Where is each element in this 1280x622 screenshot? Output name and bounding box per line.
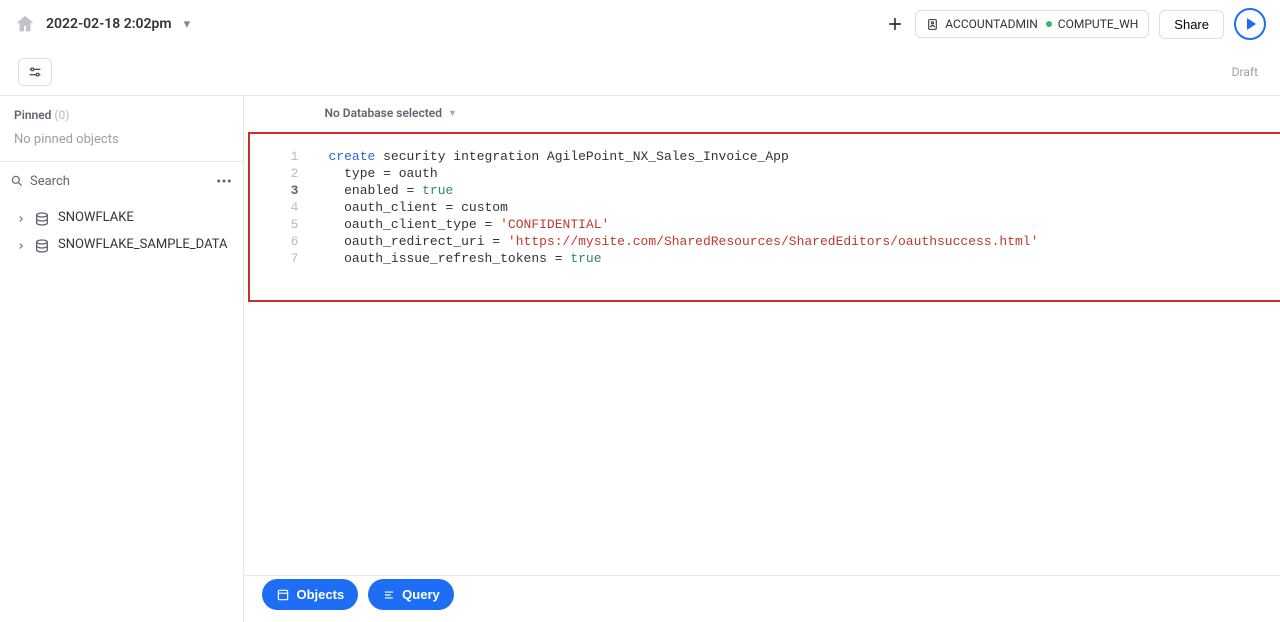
- code-text: oauth_issue_refresh_tokens = true: [314, 250, 601, 267]
- code-container: 1create security integration AgilePoint_…: [250, 148, 1280, 267]
- pinned-count: (0): [54, 108, 69, 122]
- line-number: 5: [250, 216, 314, 233]
- editor-area: No Database selected ▼ 1create security …: [244, 96, 1280, 622]
- code-line[interactable]: 7 oauth_issue_refresh_tokens = true: [250, 250, 1280, 267]
- title-chevron-down-icon[interactable]: ▾: [184, 17, 191, 32]
- role-warehouse-selector[interactable]: ACCOUNTADMIN COMPUTE_WH: [915, 10, 1149, 38]
- run-button[interactable]: [1234, 8, 1266, 40]
- objects-tab-button[interactable]: Objects: [262, 579, 358, 610]
- sql-editor[interactable]: 1create security integration AgilePoint_…: [248, 132, 1280, 302]
- user-role-icon: [926, 18, 939, 31]
- pinned-section-header: Pinned (0): [0, 96, 243, 128]
- code-line[interactable]: 1create security integration AgilePoint_…: [250, 148, 1280, 165]
- warehouse-label: COMPUTE_WH: [1058, 17, 1139, 31]
- database-icon: [34, 238, 50, 252]
- add-icon[interactable]: [885, 14, 905, 34]
- code-text: oauth_redirect_uri = 'https://mysite.com…: [314, 233, 1038, 250]
- line-number: 3: [250, 182, 314, 199]
- toolbar: Draft: [0, 48, 1280, 96]
- line-number: 6: [250, 233, 314, 250]
- search-placeholder: Search: [30, 174, 70, 189]
- line-number: 7: [250, 250, 314, 267]
- role-label: ACCOUNTADMIN: [945, 17, 1038, 31]
- database-context-selector[interactable]: No Database selected ▼: [244, 96, 1280, 128]
- line-number: 2: [250, 165, 314, 182]
- title-group: 2022-02-18 2:02pm ▾: [14, 13, 190, 35]
- code-text: oauth_client_type = 'CONFIDENTIAL': [314, 216, 609, 233]
- chevron-right-icon: [16, 213, 26, 223]
- bottom-divider: [244, 575, 1280, 576]
- line-number: 1: [250, 148, 314, 165]
- tree-item-label: SNOWFLAKE_SAMPLE_DATA: [58, 237, 227, 252]
- code-line[interactable]: 2 type = oauth: [250, 165, 1280, 182]
- share-button[interactable]: Share: [1159, 10, 1224, 39]
- database-icon: [34, 211, 50, 225]
- top-bar: 2022-02-18 2:02pm ▾ ACCOUNTADMIN COMPUTE…: [0, 0, 1280, 48]
- tree-item[interactable]: SNOWFLAKE: [6, 204, 237, 231]
- draft-status-label: Draft: [1232, 65, 1258, 79]
- chevron-down-icon: ▼: [448, 108, 457, 119]
- query-tab-button[interactable]: Query: [368, 579, 454, 610]
- pinned-label: Pinned: [14, 108, 51, 122]
- search-row: Search: [0, 162, 243, 200]
- status-dot-icon: [1046, 21, 1052, 27]
- role-segment: ACCOUNTADMIN: [926, 17, 1038, 31]
- chevron-right-icon: [16, 240, 26, 250]
- settings-toggle-button[interactable]: [18, 58, 52, 86]
- code-line[interactable]: 3 enabled = true: [250, 182, 1280, 199]
- sidebar: Pinned (0) No pinned objects Search SNOW…: [0, 96, 244, 622]
- search-icon: [10, 174, 24, 188]
- box-icon: [276, 588, 290, 602]
- topbar-actions: ACCOUNTADMIN COMPUTE_WH Share: [885, 8, 1266, 40]
- code-text: enabled = true: [314, 182, 453, 199]
- code-text: create security integration AgilePoint_N…: [314, 148, 788, 165]
- bottom-tab-bar: Objects Query: [262, 579, 453, 610]
- tree-item[interactable]: SNOWFLAKE_SAMPLE_DATA: [6, 231, 237, 258]
- warehouse-segment: COMPUTE_WH: [1046, 17, 1139, 31]
- list-icon: [382, 588, 396, 602]
- play-icon: [1247, 18, 1256, 30]
- no-pinned-text: No pinned objects: [0, 128, 243, 162]
- db-selector-label: No Database selected: [324, 106, 442, 120]
- object-tree: SNOWFLAKE SNOWFLAKE_SAMPLE_DATA: [0, 200, 243, 262]
- code-line[interactable]: 6 oauth_redirect_uri = 'https://mysite.c…: [250, 233, 1280, 250]
- sliders-icon: [27, 64, 43, 80]
- worksheet-title[interactable]: 2022-02-18 2:02pm: [46, 16, 172, 32]
- code-text: type = oauth: [314, 165, 437, 182]
- search-input[interactable]: Search: [10, 174, 207, 189]
- code-line[interactable]: 4 oauth_client = custom: [250, 199, 1280, 216]
- line-number: 4: [250, 199, 314, 216]
- main-area: Pinned (0) No pinned objects Search SNOW…: [0, 96, 1280, 622]
- home-icon[interactable]: [14, 13, 36, 35]
- code-line[interactable]: 5 oauth_client_type = 'CONFIDENTIAL': [250, 216, 1280, 233]
- code-text: oauth_client = custom: [314, 199, 507, 216]
- tree-item-label: SNOWFLAKE: [58, 210, 134, 225]
- objects-tab-label: Objects: [296, 587, 344, 602]
- more-icon[interactable]: [215, 172, 233, 190]
- query-tab-label: Query: [402, 587, 440, 602]
